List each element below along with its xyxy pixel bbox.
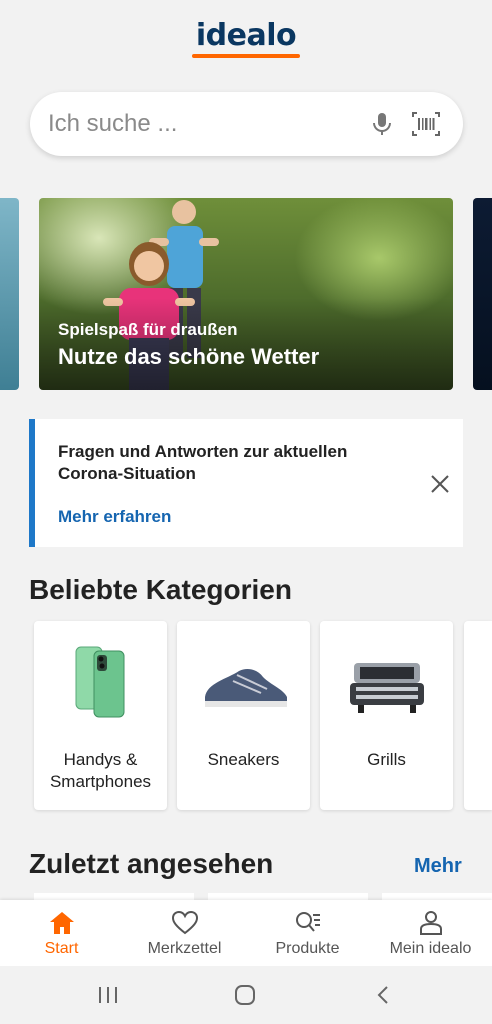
category-card-smartphones[interactable]: Handys & Smartphones bbox=[34, 621, 167, 810]
nav-item-produkte[interactable]: Produkte bbox=[246, 900, 369, 966]
carousel-next-slide[interactable] bbox=[473, 198, 492, 390]
barcode-scanner-icon[interactable] bbox=[411, 110, 441, 138]
heart-icon bbox=[172, 910, 198, 935]
category-card-sneakers[interactable]: Sneakers bbox=[177, 621, 310, 810]
category-card-partial[interactable] bbox=[464, 621, 492, 810]
nav-item-mein-idealo[interactable]: Mein idealo bbox=[369, 900, 492, 966]
nav-label: Produkte bbox=[275, 940, 340, 957]
promo-carousel[interactable]: Spielspaß für draußen Nutze das schöne W… bbox=[0, 198, 492, 390]
user-icon bbox=[420, 911, 442, 935]
microphone-icon[interactable] bbox=[368, 110, 396, 138]
idealo-logo[interactable]: idealo bbox=[0, 18, 492, 58]
app-header: idealo bbox=[0, 0, 492, 80]
categories-heading: Beliebte Kategorien bbox=[29, 574, 292, 605]
home-icon bbox=[50, 912, 74, 934]
notice-text: Fragen und Antworten zur aktuellen Coron… bbox=[58, 442, 348, 483]
search-input[interactable] bbox=[48, 92, 348, 156]
logo-text: idealo bbox=[195, 18, 297, 53]
nav-label: Merkzettel bbox=[147, 940, 222, 957]
close-icon[interactable] bbox=[429, 473, 451, 495]
category-label: Grills bbox=[367, 750, 406, 769]
category-label: Handys & Smartphones bbox=[49, 750, 152, 791]
back-icon[interactable] bbox=[372, 983, 396, 1007]
category-label: Sneakers bbox=[207, 750, 280, 769]
system-navigation-bar bbox=[0, 966, 492, 1024]
banner-subtitle: Spielspaß für draußen bbox=[58, 320, 238, 339]
notice-more-link[interactable]: Mehr erfahren bbox=[58, 507, 171, 527]
banner-title: Nutze das schöne Wetter bbox=[58, 344, 320, 369]
category-card-grills[interactable]: Grills bbox=[320, 621, 453, 810]
home-button-icon[interactable] bbox=[233, 983, 257, 1007]
nav-item-merkzettel[interactable]: Merkzettel bbox=[123, 900, 246, 966]
search-bar[interactable] bbox=[30, 92, 463, 156]
corona-notice-card: Fragen und Antworten zur aktuellen Coron… bbox=[29, 419, 463, 547]
recently-viewed-heading: Zuletzt angesehen bbox=[29, 848, 274, 879]
nav-label: Start bbox=[44, 940, 79, 957]
nav-item-start[interactable]: Start bbox=[0, 900, 123, 966]
smartphone-image bbox=[75, 646, 125, 718]
categories-row[interactable]: Handys & Smartphones Sneakers Grills bbox=[0, 621, 492, 811]
recent-apps-icon[interactable] bbox=[96, 983, 120, 1007]
product-search-icon bbox=[296, 912, 320, 932]
sneaker-image bbox=[205, 669, 287, 707]
logo-underline bbox=[192, 54, 300, 58]
promo-banner[interactable]: Spielspaß für draußen Nutze das schöne W… bbox=[39, 198, 453, 390]
nav-label: Mein idealo bbox=[389, 940, 472, 957]
grill-image bbox=[350, 663, 424, 713]
bottom-navigation: Start Merkzettel Produkte Mein idealo bbox=[0, 900, 492, 966]
carousel-prev-slide[interactable] bbox=[0, 198, 19, 390]
recently-viewed-more-link[interactable]: Mehr bbox=[414, 855, 462, 878]
